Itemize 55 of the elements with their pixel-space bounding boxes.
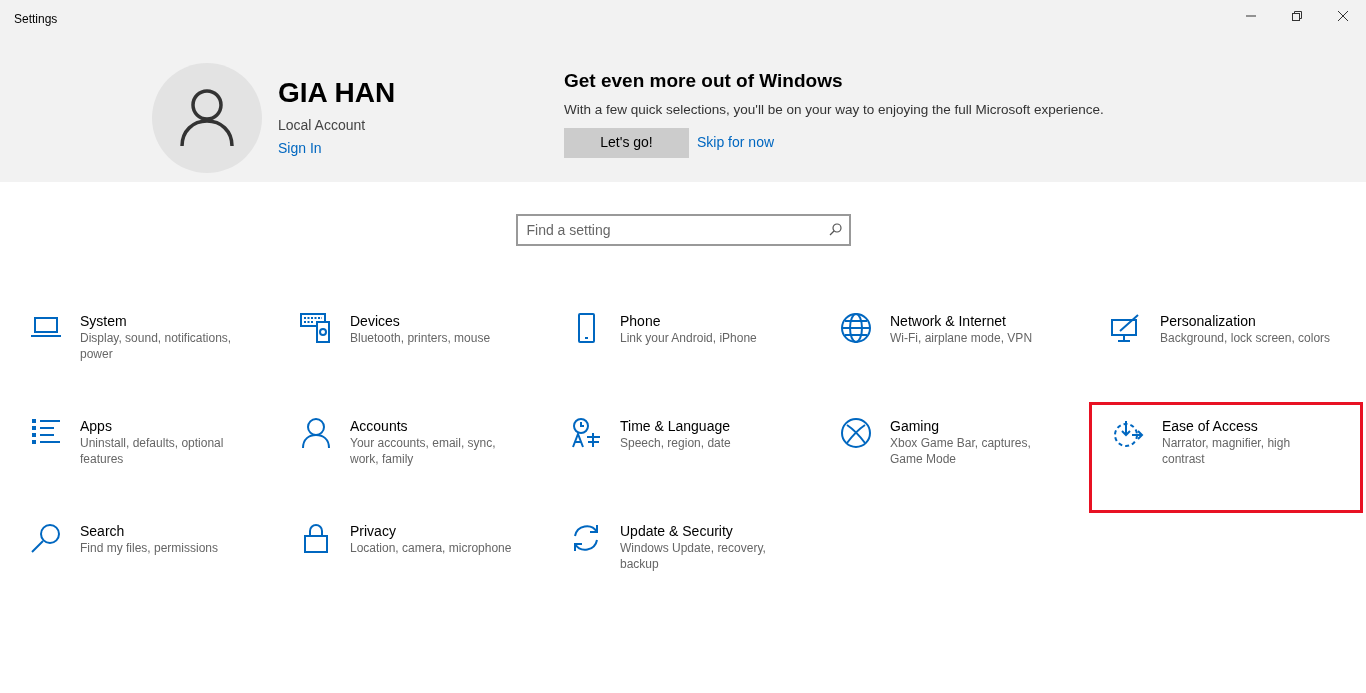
promo-text: With a few quick selections, you'll be on your way to enjoying the full Microsoft experience. bbox=[564, 100, 1104, 119]
xbox-icon bbox=[840, 417, 872, 449]
promo-title: Get even more out of Windows bbox=[564, 69, 844, 93]
tile-description: Link your Android, iPhone bbox=[620, 330, 758, 346]
settings-tile[interactable]: Update & Security Windows Update, recovery, backup bbox=[570, 510, 840, 615]
tile-title: Personalization bbox=[1160, 312, 1257, 330]
tile-title: Privacy bbox=[350, 522, 397, 540]
tile-title: Update & Security bbox=[620, 522, 734, 540]
tile-description: Uninstall, defaults, optional features bbox=[80, 435, 225, 467]
settings-tile[interactable]: Personalization Background, lock screen, colors bbox=[1110, 300, 1366, 405]
settings-tile[interactable]: Accounts Your accounts, email, sync, work, family bbox=[300, 405, 570, 510]
skip-link[interactable]: Skip for now bbox=[697, 132, 775, 154]
lets-go-button[interactable]: Let's go! bbox=[564, 127, 689, 158]
tile-title: Network & Internet bbox=[890, 312, 1007, 330]
search-field[interactable]: Find a setting bbox=[515, 214, 851, 246]
settings-tile[interactable]: Time & Language Speech, region, date bbox=[570, 405, 840, 510]
restore-icon bbox=[1292, 11, 1302, 21]
sign-in-link[interactable]: Sign In bbox=[278, 138, 322, 159]
settings-tile[interactable]: Search Find my files, permissions bbox=[30, 510, 300, 615]
search-icon bbox=[30, 522, 62, 554]
tile-description: Find my files, permissions bbox=[80, 540, 220, 556]
account-type: Local Account bbox=[278, 116, 367, 135]
settings-tile[interactable]: Phone Link your Android, iPhone bbox=[570, 300, 840, 405]
settings-tile[interactable]: Apps Uninstall, defaults, optional features bbox=[30, 405, 300, 510]
tile-description: Xbox Game Bar, captures, Game Mode bbox=[890, 435, 1032, 467]
clock-language-icon bbox=[570, 417, 602, 449]
keyboard-speaker-icon bbox=[300, 312, 332, 344]
globe-icon bbox=[840, 312, 872, 344]
tile-title: Devices bbox=[350, 312, 401, 330]
search-icon bbox=[828, 223, 842, 236]
tile-description: Your accounts, email, sync, work, family bbox=[350, 435, 497, 467]
close-icon bbox=[1338, 11, 1348, 21]
settings-tile[interactable]: Devices Bluetooth, printers, mouse bbox=[300, 300, 570, 405]
tile-description: Speech, region, date bbox=[620, 435, 732, 451]
tile-description: Display, sound, notifications, power bbox=[80, 330, 233, 362]
tile-description: Windows Update, recovery, backup bbox=[620, 540, 767, 572]
tile-description: Wi-Fi, airplane mode, VPN bbox=[890, 330, 1034, 346]
tile-title: Time & Language bbox=[620, 417, 731, 435]
account-name: GIA HAN bbox=[278, 79, 397, 107]
settings-tile[interactable]: System Display, sound, notifications, power bbox=[30, 300, 300, 405]
tile-description: Location, camera, microphone bbox=[350, 540, 513, 556]
tile-title: System bbox=[80, 312, 128, 330]
tile-description: Bluetooth, printers, mouse bbox=[350, 330, 492, 346]
tile-description: Narrator, magnifier, high contrast bbox=[1162, 435, 1292, 467]
tile-title: Apps bbox=[80, 417, 113, 435]
tile-title: Phone bbox=[620, 312, 662, 330]
tile-title: Search bbox=[80, 522, 126, 540]
tile-title: Ease of Access bbox=[1162, 417, 1259, 435]
window-title: Settings bbox=[13, 11, 59, 28]
person-icon bbox=[300, 417, 332, 449]
settings-tile[interactable]: Privacy Location, camera, microphone bbox=[300, 510, 570, 615]
tile-title: Accounts bbox=[350, 417, 409, 435]
settings-tile[interactable]: Network & Internet Wi-Fi, airplane mode, VPN bbox=[840, 300, 1110, 405]
tile-title: Gaming bbox=[890, 417, 941, 435]
tile-description: Background, lock screen, colors bbox=[1160, 330, 1332, 346]
